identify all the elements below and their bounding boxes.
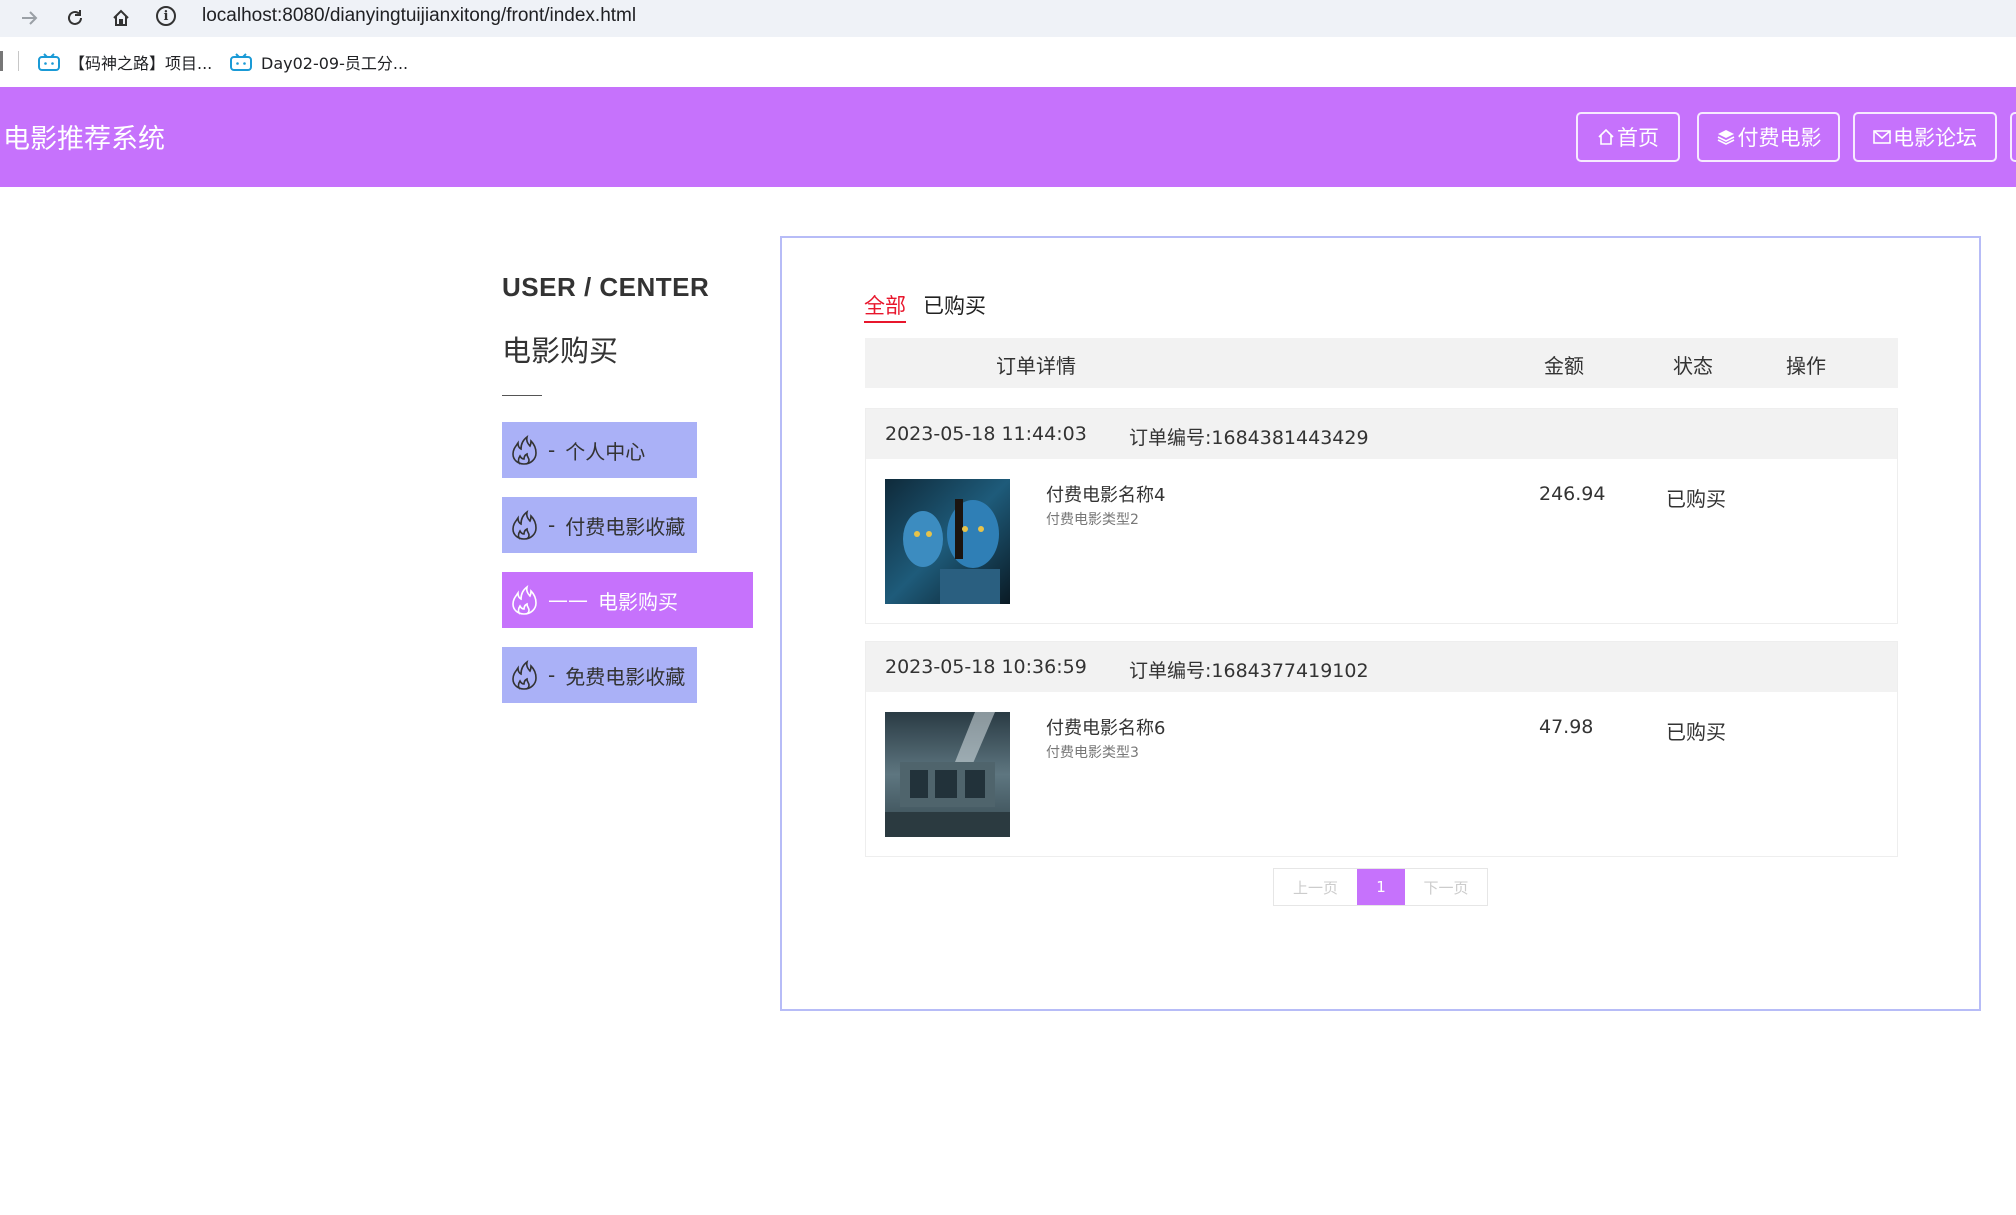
nav-forum-button[interactable]: 电影论坛 [1853, 112, 1997, 162]
movie-name[interactable]: 付费电影名称4 [1046, 481, 1165, 507]
order-number: 订单编号:1684377419102 [1129, 660, 1369, 682]
sidebar-item-label: 个人中心 [565, 439, 646, 464]
movie-name[interactable]: 付费电影名称6 [1046, 714, 1165, 740]
layers-icon [1717, 130, 1734, 145]
reload-icon[interactable] [58, 2, 92, 34]
bookmark-1[interactable]: 【码神之路】项目... [38, 47, 212, 77]
sidebar-item-movie-purchase[interactable]: —— 电影购买 [502, 572, 753, 628]
bilibili-tv-icon [230, 53, 252, 71]
sidebar-item-free-favorites[interactable]: - 免费电影收藏 [502, 647, 697, 703]
site-info-icon[interactable]: i [156, 6, 176, 26]
header-status: 状态 [1673, 354, 1713, 378]
flame-icon [512, 510, 537, 540]
item-prefix: - [548, 663, 556, 687]
sidebar-item-label: 电影购买 [598, 589, 678, 614]
divider [502, 395, 542, 396]
nav-home-button[interactable]: 首页 [1576, 112, 1680, 162]
header-actions: 操作 [1786, 354, 1826, 378]
item-prefix: —— [548, 588, 588, 612]
user-center-title: USER / CENTER [502, 272, 710, 302]
item-prefix: - [548, 438, 556, 462]
order-datetime: 2023-05-18 10:36:59 [885, 656, 1087, 678]
pagination: 上一页 1 下一页 [1273, 868, 1488, 906]
forward-arrow-icon[interactable] [12, 2, 46, 34]
bookmark-label: Day02-09-员工分... [261, 54, 409, 73]
order-datetime: 2023-05-18 11:44:03 [885, 423, 1087, 445]
sidebar-item-label: 免费电影收藏 [565, 664, 686, 689]
flame-icon [512, 435, 537, 465]
address-bar[interactable]: i localhost:8080/dianyingtuijianxitong/f… [156, 0, 2016, 32]
sidebar-item-label: 付费电影收藏 [565, 514, 686, 539]
order-status: 已购买 [1666, 720, 1726, 744]
bookmark-2[interactable]: Day02-09-员工分... [230, 47, 408, 77]
tab-all[interactable]: 全部 [864, 290, 906, 323]
nav-paid-movies-label: 付费电影 [1737, 126, 1822, 150]
nav-more-button[interactable] [2010, 112, 2016, 162]
item-prefix: - [548, 513, 556, 537]
header-order-details: 订单详情 [996, 354, 1076, 378]
next-page-button[interactable]: 下一页 [1405, 869, 1487, 905]
order-header: 2023-05-18 11:44:03 订单编号:1684381443429 [866, 409, 1897, 459]
tab-purchased[interactable]: 已购买 [923, 290, 986, 320]
bookmark-separator [18, 51, 19, 71]
table-header: 订单详情 金额 状态 操作 [865, 338, 1898, 388]
site-header: 电影推荐系统 首页 付费电影 电影论坛 [0, 87, 2016, 187]
order-status: 已购买 [1666, 487, 1726, 511]
page-number-button[interactable]: 1 [1357, 869, 1405, 905]
order-card: 2023-05-18 11:44:03 订单编号:1684381443429 付… [865, 408, 1898, 624]
flame-icon [512, 660, 537, 690]
bookmarks-bar: 【码神之路】项目... Day02-09-员工分... [0, 37, 2016, 87]
movie-poster[interactable] [885, 712, 1010, 837]
bookmark-edge [0, 51, 3, 71]
prev-page-button[interactable]: 上一页 [1274, 869, 1357, 905]
sidebar-item-profile[interactable]: - 个人中心 [502, 422, 697, 478]
movie-type: 付费电影类型2 [1046, 512, 1139, 528]
movie-type: 付费电影类型3 [1046, 745, 1139, 761]
order-card: 2023-05-18 10:36:59 订单编号:1684377419102 付… [865, 641, 1898, 857]
movie-poster[interactable] [885, 479, 1010, 604]
nav-home-label: 首页 [1617, 126, 1659, 150]
header-amount: 金额 [1544, 354, 1584, 378]
section-subtitle: 电影购买 [502, 334, 619, 368]
flame-icon [512, 585, 537, 615]
mail-icon [1873, 130, 1891, 144]
bilibili-tv-icon [38, 53, 60, 71]
nav-forum-label: 电影论坛 [1893, 126, 1977, 150]
order-amount: 47.98 [1539, 716, 1594, 738]
bookmark-label: 【码神之路】项目... [69, 54, 213, 73]
site-title: 电影推荐系统 [3, 124, 165, 155]
home-icon[interactable] [104, 2, 138, 34]
order-header: 2023-05-18 10:36:59 订单编号:1684377419102 [866, 642, 1897, 692]
home-outline-icon [1598, 128, 1614, 145]
order-number: 订单编号:1684381443429 [1129, 427, 1369, 449]
url-text: localhost:8080/dianyingtuijianxitong/fro… [202, 5, 637, 26]
browser-toolbar: i localhost:8080/dianyingtuijianxitong/f… [0, 0, 2016, 37]
nav-paid-movies-button[interactable]: 付费电影 [1697, 112, 1840, 162]
sidebar-item-paid-favorites[interactable]: - 付费电影收藏 [502, 497, 697, 553]
order-amount: 246.94 [1539, 483, 1606, 505]
orders-panel: 全部 已购买 订单详情 金额 状态 操作 2023-05-18 11:44:03… [780, 236, 1981, 1011]
